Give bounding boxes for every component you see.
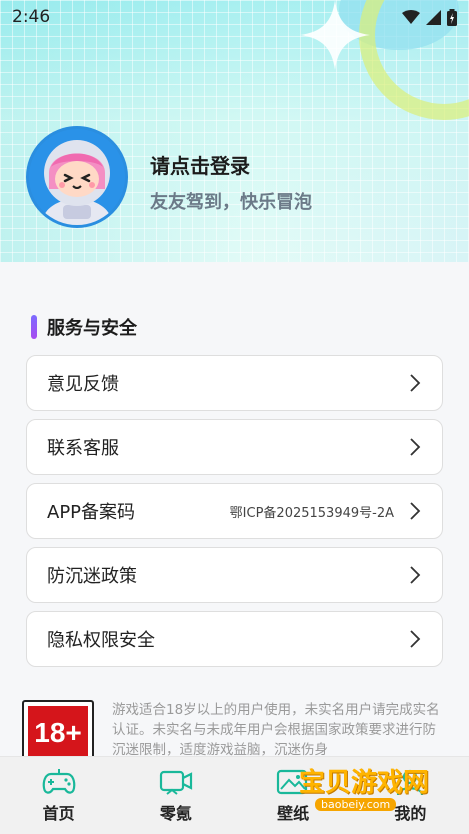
chevron-right-icon	[410, 374, 421, 392]
status-bar: 2:46	[0, 0, 469, 34]
chevron-right-icon	[410, 566, 421, 584]
menu-item-customer-service[interactable]: 联系客服	[26, 419, 443, 475]
chevron-right-icon	[410, 502, 421, 520]
signal-icon	[426, 9, 441, 25]
menu-item-label: 防沉迷政策	[47, 566, 137, 587]
battery-icon	[447, 8, 457, 26]
wifi-icon	[402, 10, 420, 24]
site-watermark: 宝贝游戏网 baobeiy.com	[285, 742, 465, 822]
section-header: 服务与安全	[31, 314, 137, 340]
tab-label: 零氪	[159, 803, 192, 823]
profile-subtitle: 友友驾到，快乐冒泡	[150, 192, 312, 213]
menu-item-privacy[interactable]: 隐私权限安全	[26, 611, 443, 667]
chevron-right-icon	[410, 438, 421, 456]
status-time: 2:46	[12, 7, 51, 27]
menu-item-label: 意见反馈	[47, 374, 119, 395]
menu-item-app-record[interactable]: APP备案码 鄂ICP备2025153949号-2A	[26, 483, 443, 539]
watermark-text: 宝贝游戏网	[299, 768, 430, 798]
menu-item-feedback[interactable]: 意见反馈	[26, 355, 443, 411]
age-rating-badge: 18+	[22, 700, 94, 760]
menu-list: 意见反馈 联系客服 APP备案码 鄂ICP备2025153949号-2A 防沉迷…	[26, 355, 443, 675]
watermark-url: baobeiy.com	[315, 798, 397, 811]
section-title: 服务与安全	[47, 318, 137, 339]
menu-item-label: 隐私权限安全	[47, 630, 155, 651]
video-icon	[159, 770, 192, 795]
tab-label: 首页	[42, 803, 75, 823]
icp-number: 鄂ICP备2025153949号-2A	[229, 505, 394, 521]
avatar[interactable]	[26, 126, 128, 228]
tab-home[interactable]: 首页	[0, 757, 117, 834]
menu-item-label: APP备案码	[47, 502, 136, 523]
section-accent-bar	[31, 315, 37, 339]
chevron-right-icon	[410, 630, 421, 648]
age-rating-label: 18+	[28, 706, 88, 760]
menu-item-anti-addiction[interactable]: 防沉迷政策	[26, 547, 443, 603]
tab-zero-krypton[interactable]: 零氪	[117, 757, 234, 834]
astronaut-avatar-icon	[43, 140, 111, 225]
gamepad-icon	[42, 768, 75, 794]
login-prompt[interactable]: 请点击登录	[150, 150, 250, 179]
menu-item-label: 联系客服	[47, 438, 119, 459]
